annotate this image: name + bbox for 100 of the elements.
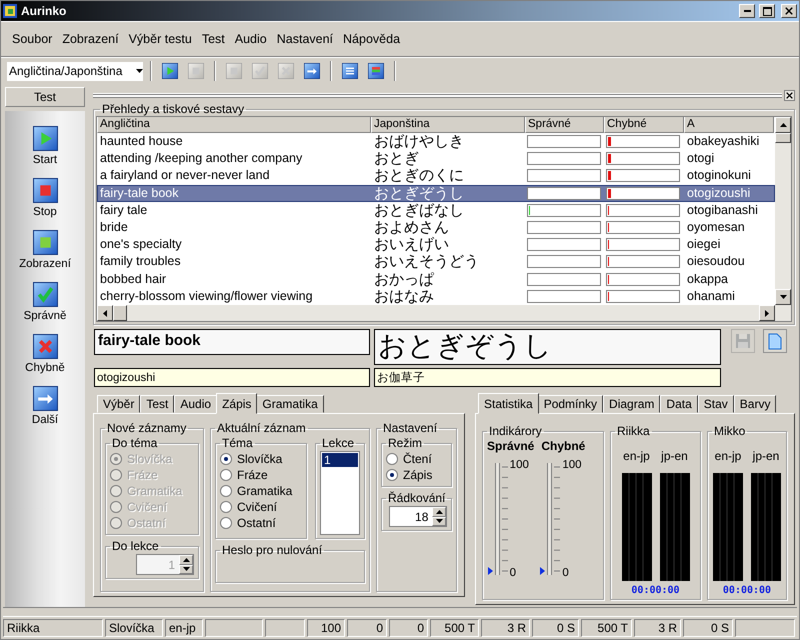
- radio-button[interactable]: [220, 501, 232, 513]
- scale-min-label: 0: [510, 567, 516, 579]
- table-cell-text: およめさん: [373, 219, 450, 236]
- scroll-left-button[interactable]: [97, 305, 113, 321]
- column-header[interactable]: Správné: [525, 117, 604, 133]
- channel-label: jp-en: [752, 449, 780, 463]
- radio-button[interactable]: [386, 469, 398, 481]
- maximize-button[interactable]: [759, 4, 775, 18]
- status-cell: [205, 619, 263, 637]
- menu-item[interactable]: Audio: [230, 32, 272, 46]
- tab[interactable]: Audio: [174, 395, 218, 413]
- scroll-up-button[interactable]: [775, 117, 791, 133]
- timer-display: 00:00:00: [722, 585, 772, 596]
- left-arrow-icon: [103, 310, 107, 316]
- close-button[interactable]: [781, 4, 797, 18]
- scroll-right-button[interactable]: [759, 305, 775, 321]
- romaji-field[interactable]: otogizoushi: [94, 368, 370, 387]
- column-header[interactable]: Japonština: [371, 117, 525, 133]
- lesson-list[interactable]: 1: [320, 451, 360, 535]
- toolbar-button[interactable]: [159, 60, 181, 82]
- channel-label: jp-en: [661, 449, 688, 463]
- indicator-label: Chybné: [541, 439, 586, 453]
- scroll-thumb[interactable]: [113, 305, 127, 321]
- test-tab-button[interactable]: Test: [5, 87, 85, 107]
- check-icon: [32, 282, 58, 307]
- table-cell-text: ohanami: [686, 288, 736, 304]
- column-header[interactable]: Angličtina: [97, 117, 371, 133]
- sidebar-button[interactable]: Start: [8, 126, 82, 178]
- tab[interactable]: Test: [140, 395, 174, 413]
- menu-item[interactable]: Test: [196, 32, 230, 46]
- down-arrow-icon: [136, 69, 143, 73]
- table-cell-text: otoginokuni: [686, 168, 752, 184]
- kanji-field[interactable]: お伽草子: [374, 368, 721, 387]
- spin-up-button[interactable]: [432, 507, 446, 516]
- status-cell: 3 R: [481, 619, 530, 637]
- tab[interactable]: Barvy: [734, 395, 776, 413]
- scroll-down-button[interactable]: [775, 289, 791, 305]
- stop-icon: [32, 178, 58, 203]
- status-cell: en-jp: [165, 619, 203, 637]
- spin-field[interactable]: 18: [389, 506, 448, 527]
- sidebar-button[interactable]: Správně: [8, 282, 82, 334]
- list-item[interactable]: 1: [322, 453, 358, 467]
- tab[interactable]: Diagram: [603, 395, 660, 413]
- menu-item[interactable]: Nastavení: [272, 32, 338, 46]
- tab[interactable]: Stav: [698, 395, 734, 413]
- minimize-icon: [744, 10, 750, 12]
- down-arrow-icon: [780, 295, 786, 299]
- horizontal-scrollbar[interactable]: [97, 305, 775, 321]
- sidebar-button[interactable]: Chybně: [8, 334, 82, 386]
- channel-label: en-jp: [714, 449, 742, 463]
- status-cell: 500 T: [430, 619, 479, 637]
- menu-item[interactable]: Soubor: [7, 32, 58, 46]
- radio-button[interactable]: [220, 485, 232, 497]
- radio-button[interactable]: [220, 453, 232, 465]
- right-arrow-icon: [765, 310, 769, 316]
- up-arrow-icon: [780, 123, 786, 127]
- group-title: Lekce: [321, 436, 356, 450]
- close-icon: [785, 7, 793, 15]
- tab[interactable]: Data: [660, 395, 698, 413]
- group-title: Téma: [221, 436, 254, 450]
- group-title: Nové záznamy: [106, 421, 188, 435]
- sidebar-button[interactable]: Stop: [8, 178, 82, 230]
- radio-label: Cvičení: [237, 500, 278, 514]
- scroll-thumb[interactable]: [775, 133, 791, 143]
- table-row[interactable]: fairy-tale book おとぎぞうし otogizoushi: [97, 184, 775, 202]
- splitter-bar[interactable]: [3, 607, 797, 617]
- table-cell-text: おかっぱ: [373, 270, 435, 288]
- language-dropdown[interactable]: Angličtina/Japonština: [7, 62, 143, 80]
- tab[interactable]: Podmínky: [538, 395, 604, 413]
- group-title: Riikka: [616, 424, 651, 438]
- menu-item[interactable]: Nápověda: [338, 32, 406, 46]
- check-icon: [252, 63, 268, 79]
- toolbar-button[interactable]: [339, 60, 361, 82]
- scale-max-label: 100: [510, 459, 529, 471]
- document-icon: [768, 332, 782, 350]
- table-cell-text: otogibanashi: [686, 202, 759, 218]
- group-title: Indikárory: [488, 424, 543, 438]
- sidebar-button[interactable]: Další: [8, 386, 82, 438]
- minimize-button[interactable]: [739, 4, 755, 18]
- table-cell-text: one's specialty: [99, 237, 183, 252]
- radio-button[interactable]: [220, 517, 232, 529]
- close-panel-button[interactable]: [784, 90, 795, 100]
- toolbar-button[interactable]: [301, 60, 323, 82]
- radio-button[interactable]: [386, 453, 398, 465]
- column-header[interactable]: A: [684, 117, 774, 133]
- tab[interactable]: Gramatika: [256, 395, 324, 413]
- radio-label: Ostatní: [237, 516, 276, 530]
- new-document-button[interactable]: [763, 329, 787, 353]
- menu-item[interactable]: Výběr testu: [124, 32, 197, 46]
- sidebar-button[interactable]: Zobrazení: [8, 230, 82, 282]
- toolbar-button[interactable]: [365, 60, 387, 82]
- tab[interactable]: Výběr: [97, 395, 140, 413]
- menu-item[interactable]: Zobrazení: [57, 32, 124, 46]
- japanese-word-display: おとぎぞうし: [374, 329, 721, 365]
- radio-button[interactable]: [220, 469, 232, 481]
- column-header[interactable]: Chybné: [604, 117, 684, 133]
- tab[interactable]: Statistika: [478, 393, 539, 414]
- vertical-scrollbar[interactable]: [775, 117, 791, 321]
- tab[interactable]: Zápis: [216, 393, 258, 414]
- up-arrow-icon: [436, 510, 443, 514]
